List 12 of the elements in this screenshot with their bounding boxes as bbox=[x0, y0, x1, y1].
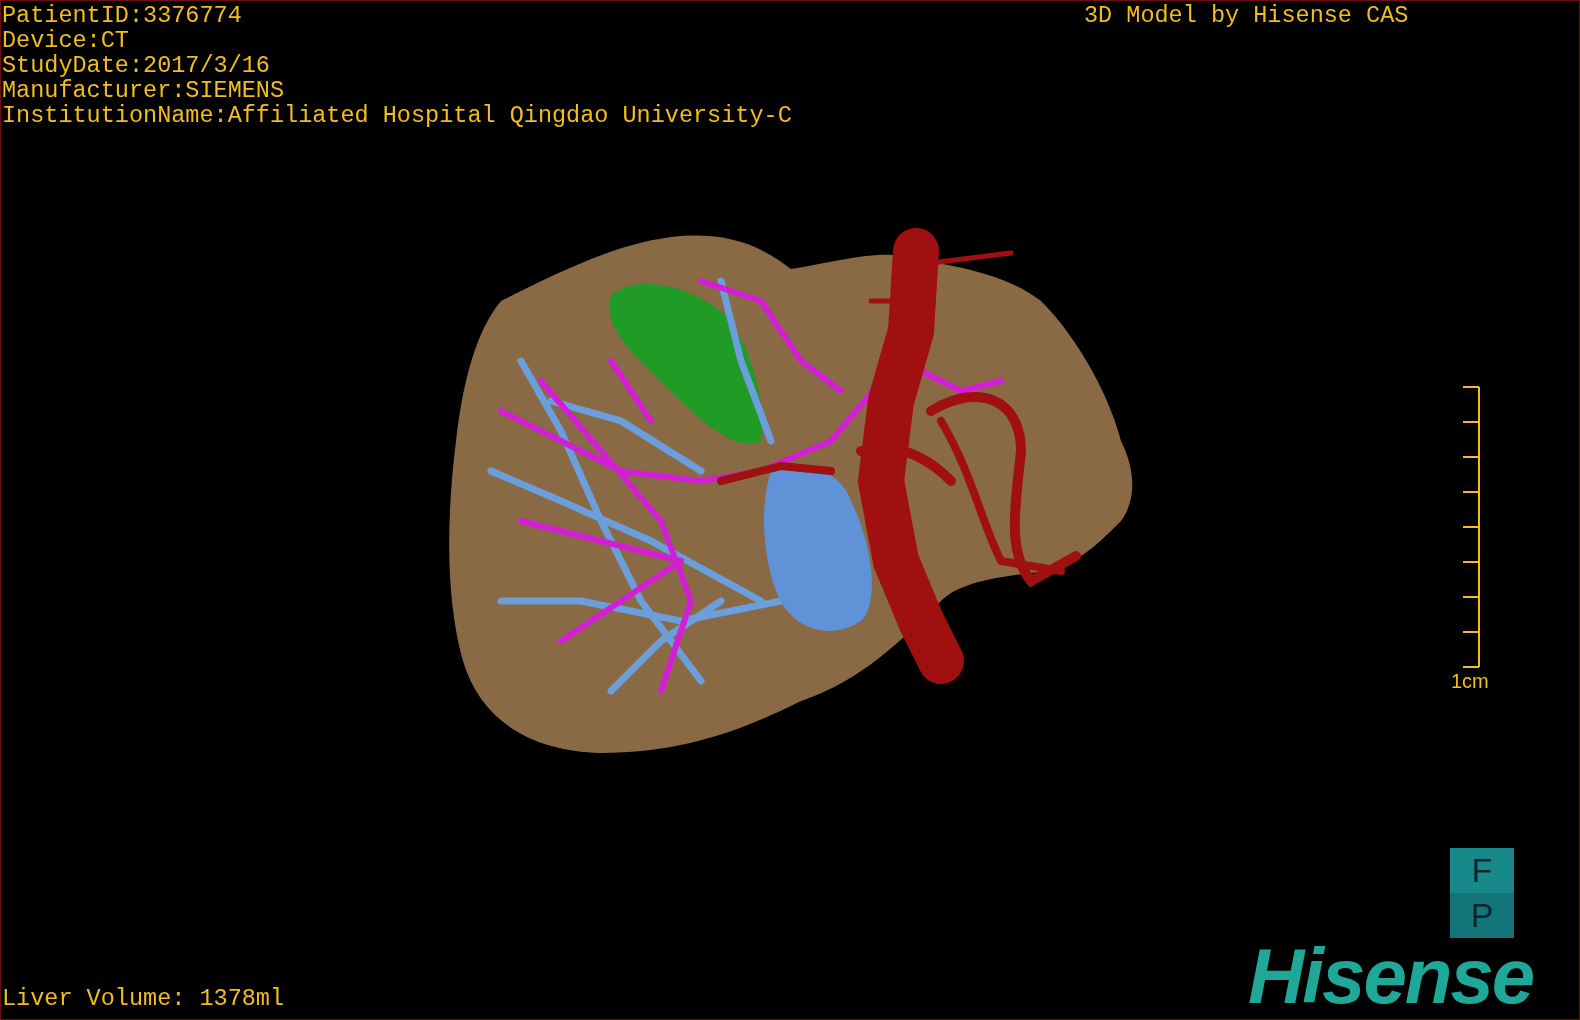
study-info-text: StudyDate:2017/3/16 bbox=[2, 53, 271, 78]
study-info-text: Device:CT bbox=[2, 28, 130, 53]
study-info-text: InstitutionName:Affiliated Hospital Qingdao University-C bbox=[2, 103, 792, 128]
scale-label: 1cm bbox=[1451, 670, 1489, 692]
study-info-text: PatientID:3376774 bbox=[2, 3, 243, 28]
model-credit-text: 3D Model by Hisense CAS bbox=[1084, 3, 1409, 28]
brand-wordmark: Hisense bbox=[1248, 936, 1534, 1016]
logo-badge-letter: F bbox=[1450, 848, 1514, 893]
3d-viewport[interactable]: PatientID:3376774 Device:CT StudyDate:2017/3/16 Manufacturer:SIEMENS InstitutionName:Affiliated Hospital Qingdao University-C 3D Model by Hisense CAS 1cm Liver Volume: 1378ml F P Hisense bbox=[0, 0, 1580, 1020]
logo-badge-letter: P bbox=[1450, 893, 1514, 938]
study-info-text: Manufacturer:SIEMENS bbox=[2, 78, 286, 103]
liver-volume-text: Liver Volume: 1378ml bbox=[2, 986, 285, 1011]
